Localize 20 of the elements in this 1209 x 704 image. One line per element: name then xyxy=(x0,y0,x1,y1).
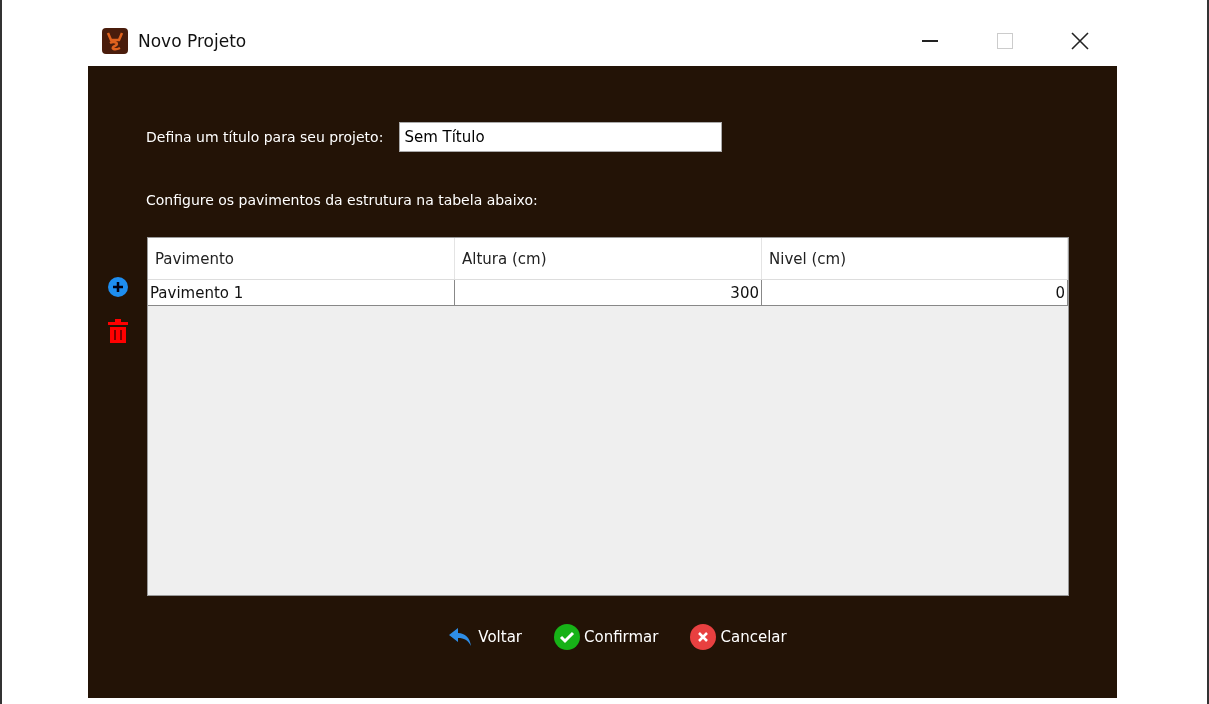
column-header[interactable]: Pavimento xyxy=(148,238,455,279)
title-input[interactable]: Sem Título xyxy=(399,122,723,152)
add-icon[interactable] xyxy=(107,277,128,297)
back-button[interactable]: Voltar xyxy=(448,624,522,650)
table-cell[interactable]: 300 xyxy=(455,280,762,305)
table-cell[interactable]: 0 xyxy=(762,280,1068,305)
close-icon[interactable] xyxy=(1070,31,1089,50)
window-title: Novo Projeto xyxy=(138,30,248,51)
table-cell[interactable]: Pavimento 1 xyxy=(148,280,455,305)
cancel-icon xyxy=(690,624,717,650)
app-logo-icon xyxy=(102,27,128,54)
cancel-button[interactable]: Cancelar xyxy=(690,624,787,650)
trash-icon[interactable] xyxy=(107,319,128,343)
title-label: Defina um título para seu projeto: xyxy=(146,129,384,145)
confirm-button[interactable]: Confirmar xyxy=(554,624,659,650)
check-icon xyxy=(554,624,580,650)
column-header[interactable]: Altura (cm) xyxy=(455,238,762,279)
column-header[interactable]: Nivel (cm) xyxy=(762,238,1068,279)
table-instructions: Configure os pavimentos da estrutura na tabela abaixo: xyxy=(146,192,539,208)
minimize-icon[interactable] xyxy=(921,39,938,42)
